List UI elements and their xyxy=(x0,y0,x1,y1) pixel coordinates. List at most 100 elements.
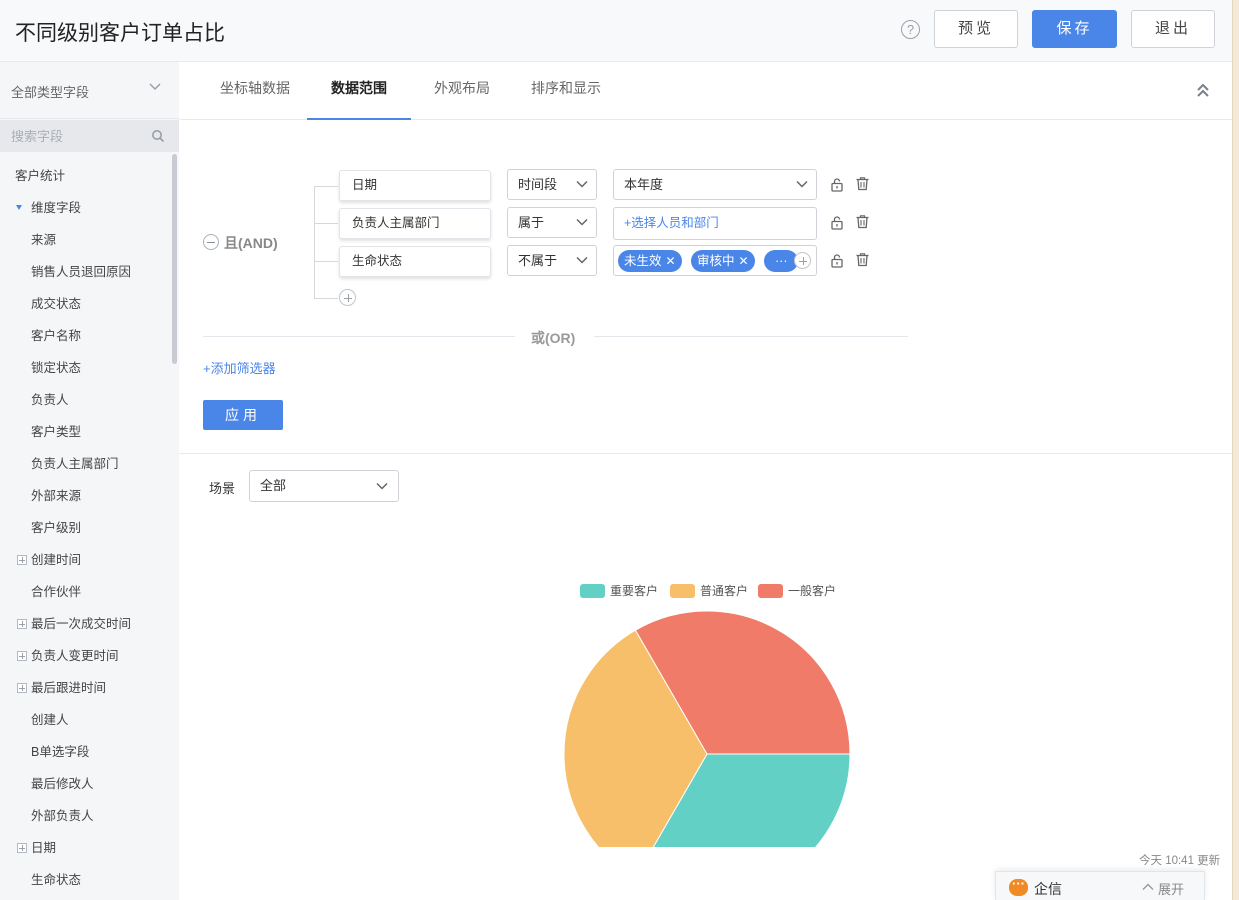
sidebar-item[interactable]: 最后一次成交时间 xyxy=(0,608,172,640)
select-people-link[interactable]: +选择人员和部门 xyxy=(624,216,719,230)
expand-plus-icon[interactable] xyxy=(17,555,27,565)
save-button[interactable]: 保存 xyxy=(1032,10,1117,48)
chat-panel[interactable]: 企信 展开 xyxy=(995,871,1205,900)
condition-field-lifecycle[interactable]: 生命状态 xyxy=(339,246,491,277)
sidebar-item[interactable]: 维度字段 xyxy=(0,192,172,224)
close-icon[interactable]: ✕ xyxy=(739,254,749,268)
sidebar-item[interactable]: 负责人主属部门 xyxy=(0,448,172,480)
collapse-group-icon[interactable] xyxy=(203,234,219,250)
sidebar-item-label: 最后修改人 xyxy=(31,777,94,791)
sidebar-item[interactable]: B单选字段 xyxy=(0,736,172,768)
sidebar-item[interactable]: 最后修改人 xyxy=(0,768,172,800)
sidebar-item[interactable]: 创建时间 xyxy=(0,544,172,576)
sidebar-item[interactable]: 来源 xyxy=(0,224,172,256)
tag-under-review: 审核中 ✕ xyxy=(691,250,755,272)
main-panel: 坐标轴数据 数据范围 外观布局 排序和显示 且(AND) 日期 时间段 本年度 … xyxy=(179,62,1239,900)
sidebar-item-label: 负责人变更时间 xyxy=(31,649,119,663)
sidebar-item[interactable]: 客户级别 xyxy=(0,512,172,544)
sidebar-item[interactable]: 创建人 xyxy=(0,704,172,736)
trash-icon[interactable] xyxy=(855,252,870,267)
sidebar-item-label: 客户类型 xyxy=(31,425,82,439)
search-input[interactable] xyxy=(0,120,150,152)
legend-label[interactable]: 一般客户 xyxy=(788,583,836,598)
sidebar-item[interactable]: 外部负责人 xyxy=(0,800,172,832)
sidebar-item[interactable]: 负责人 xyxy=(0,384,172,416)
help-icon[interactable]: ? xyxy=(901,20,920,39)
field-tree: 客户统计维度字段来源销售人员退回原因成交状态客户名称锁定状态负责人客户类型负责人… xyxy=(0,160,172,896)
sidebar-item-label: 日期 xyxy=(31,841,57,855)
legend-swatch[interactable] xyxy=(670,584,695,598)
apply-button[interactable]: 应用 xyxy=(203,400,283,430)
sidebar-item[interactable]: 客户名称 xyxy=(0,320,172,352)
sidebar-item[interactable]: 负责人变更时间 xyxy=(0,640,172,672)
condition-operator-select[interactable]: 时间段 xyxy=(507,169,597,200)
sidebar-item[interactable]: 生命状态 xyxy=(0,864,172,896)
sidebar-item[interactable]: 锁定状态 xyxy=(0,352,172,384)
sidebar-item-label: 维度字段 xyxy=(31,201,82,215)
exit-button[interactable]: 退出 xyxy=(1131,10,1215,48)
legend-label[interactable]: 普通客户 xyxy=(700,583,748,598)
sidebar-item-label: 来源 xyxy=(31,233,57,247)
chevron-down-icon xyxy=(376,482,388,490)
condition-value-select[interactable]: 本年度 xyxy=(613,169,817,200)
double-chevron-up-icon[interactable] xyxy=(1195,82,1211,98)
chat-expand-button[interactable]: 展开 xyxy=(1158,879,1184,898)
condition-operator-select[interactable]: 属于 xyxy=(507,207,597,238)
sidebar-item[interactable]: 销售人员退回原因 xyxy=(0,256,172,288)
sidebar-item-label: B单选字段 xyxy=(31,745,90,759)
expand-plus-icon[interactable] xyxy=(17,619,27,629)
sidebar-item-label: 外部来源 xyxy=(31,489,82,503)
tab-appearance[interactable]: 外观布局 xyxy=(434,62,490,120)
trash-icon[interactable] xyxy=(855,214,870,229)
sidebar-item[interactable]: 日期 xyxy=(0,832,172,864)
sidebar-item-label: 创建时间 xyxy=(31,553,82,567)
scene-value: 全部 xyxy=(260,478,287,493)
bracket-tick xyxy=(314,186,338,187)
legend-swatch[interactable] xyxy=(758,584,783,598)
condition-tag-input[interactable]: 未生效 ✕ 审核中 ✕ ··· xyxy=(613,245,817,276)
field-type-select[interactable]: 全部类型字段 xyxy=(0,62,179,119)
trash-icon[interactable] xyxy=(855,176,870,191)
legend-swatch[interactable] xyxy=(580,584,605,598)
tab-sort-display[interactable]: 排序和显示 xyxy=(531,62,601,120)
sidebar-item-label: 锁定状态 xyxy=(31,361,82,375)
tag-more[interactable]: ··· xyxy=(764,250,798,272)
triangle-down-icon[interactable] xyxy=(16,205,22,210)
update-time: 今天 10:41 更新 xyxy=(1139,855,1221,867)
lock-icon[interactable] xyxy=(830,215,844,230)
add-tag-icon[interactable] xyxy=(794,252,811,269)
tab-data-range[interactable]: 数据范围 xyxy=(307,62,411,120)
sidebar-item-label: 成交状态 xyxy=(31,297,82,311)
lock-icon[interactable] xyxy=(830,253,844,268)
chevron-down-icon xyxy=(576,218,588,226)
scene-select[interactable]: 全部 xyxy=(249,470,399,502)
filter-area: 且(AND) 日期 时间段 本年度 负责人主属部门 属于 +选择人员和部门 生命… xyxy=(179,120,1232,454)
expand-plus-icon[interactable] xyxy=(17,683,27,693)
condition-field-date[interactable]: 日期 xyxy=(339,170,491,201)
sidebar-item[interactable]: 客户统计 xyxy=(0,160,172,192)
sidebar-item[interactable]: 外部来源 xyxy=(0,480,172,512)
chevron-up-icon xyxy=(1142,883,1154,890)
sidebar-item-label: 客户统计 xyxy=(15,169,66,183)
sidebar-item[interactable]: 客户类型 xyxy=(0,416,172,448)
legend-label[interactable]: 重要客户 xyxy=(610,583,658,598)
tab-axis-data[interactable]: 坐标轴数据 xyxy=(220,62,290,120)
sidebar-item-label: 负责人主属部门 xyxy=(31,457,119,471)
search-icon[interactable] xyxy=(151,129,165,143)
preview-button[interactable]: 预览 xyxy=(934,10,1018,48)
sidebar-scrollbar[interactable] xyxy=(172,154,177,364)
chevron-down-icon xyxy=(796,180,808,188)
lock-icon[interactable] xyxy=(830,177,844,192)
condition-operator-select[interactable]: 不属于 xyxy=(507,245,597,276)
condition-value-picker[interactable]: +选择人员和部门 xyxy=(613,207,817,240)
add-filter-link[interactable]: +添加筛选器 xyxy=(203,358,276,377)
bracket-tick xyxy=(314,261,338,262)
add-condition-icon[interactable] xyxy=(339,289,356,306)
close-icon[interactable]: ✕ xyxy=(666,254,676,268)
expand-plus-icon[interactable] xyxy=(17,651,27,661)
sidebar-item[interactable]: 最后跟进时间 xyxy=(0,672,172,704)
condition-field-department[interactable]: 负责人主属部门 xyxy=(339,208,491,239)
sidebar-item[interactable]: 成交状态 xyxy=(0,288,172,320)
sidebar-item[interactable]: 合作伙伴 xyxy=(0,576,172,608)
expand-plus-icon[interactable] xyxy=(17,843,27,853)
